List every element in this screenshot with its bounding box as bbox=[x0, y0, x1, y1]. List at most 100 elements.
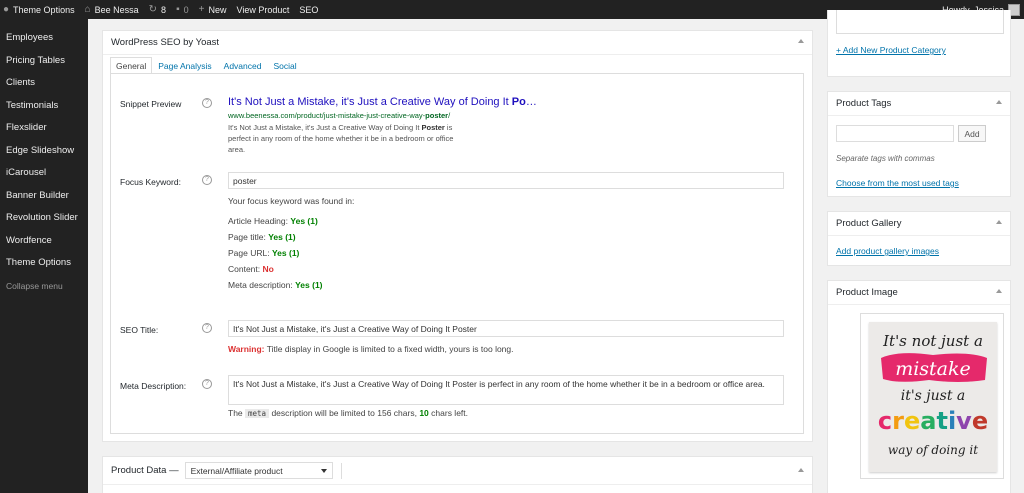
product-tags-header[interactable]: Product Tags bbox=[828, 92, 1010, 116]
snippet-title: It's Not Just a Mistake, it's Just a Cre… bbox=[228, 96, 537, 108]
check-label: Content: bbox=[228, 264, 261, 274]
sidebar-item-revolution-slider[interactable]: Revolution Slider bbox=[0, 207, 88, 230]
tab-social[interactable]: Social bbox=[267, 57, 302, 74]
divider bbox=[340, 462, 342, 479]
adminbar-label: SEO bbox=[299, 4, 319, 15]
help-icon[interactable]: ? bbox=[202, 323, 212, 333]
svg-text:creative: creative bbox=[878, 407, 988, 435]
sidebar-item-employees[interactable]: Employees bbox=[0, 27, 88, 50]
adminbar-label: View Product bbox=[236, 4, 290, 15]
collapse-arrow-icon[interactable] bbox=[996, 220, 1002, 224]
collapse-arrow-icon[interactable] bbox=[798, 39, 804, 43]
sidebar-item-clients[interactable]: Clients bbox=[0, 72, 88, 95]
check-label: Meta description: bbox=[228, 280, 293, 290]
poster-artwork: It's not just a mistake it's just a crea… bbox=[869, 322, 997, 472]
add-gallery-images-link[interactable]: Add product gallery images bbox=[836, 246, 939, 256]
most-used-tags-link[interactable]: Choose from the most used tags bbox=[836, 178, 959, 188]
snippet-url: www.beenessa.com/product/just-mistake-ju… bbox=[228, 111, 450, 120]
product-image-thumbnail[interactable]: It's not just a mistake it's just a crea… bbox=[860, 313, 1004, 479]
note-text: chars left. bbox=[428, 408, 469, 418]
product-type-select[interactable]: External/Affiliate product bbox=[184, 462, 333, 479]
sidebar-item-wordfence[interactable]: Wordfence bbox=[0, 230, 88, 253]
meta-description-textarea[interactable]: It's Not Just a Mistake, it's Just a Cre… bbox=[228, 375, 784, 405]
add-category-link[interactable]: + Add New Product Category bbox=[836, 45, 946, 55]
snippet-title-keyword: Po bbox=[511, 96, 526, 108]
collapse-arrow-icon[interactable] bbox=[996, 289, 1002, 293]
snippet-url-text: www.beenessa.com/product/just-mistake-ju… bbox=[228, 111, 426, 120]
seo-panel-header[interactable]: WordPress SEO by Yoast bbox=[103, 31, 812, 55]
sidebar-item-flexslider[interactable]: Flexslider bbox=[0, 117, 88, 140]
snippet-url-keyword: poster bbox=[425, 111, 449, 120]
updates-icon: ↻ bbox=[148, 4, 158, 15]
add-tag-button[interactable]: Add bbox=[958, 125, 986, 142]
seo-title-input[interactable]: It's Not Just a Mistake, it's Just a Cre… bbox=[228, 320, 784, 337]
product-image-title: Product Image bbox=[836, 287, 898, 298]
sidebar-item-theme-options[interactable]: Theme Options bbox=[0, 252, 88, 275]
check-label: Page title: bbox=[228, 232, 266, 242]
note-code: meta bbox=[245, 409, 270, 418]
check-label: Page URL: bbox=[228, 248, 270, 258]
tag-input[interactable] bbox=[836, 125, 954, 142]
snippet-title-text: It's Not Just a Mistake, it's Just a Cre… bbox=[228, 96, 537, 108]
tab-advanced[interactable]: Advanced bbox=[218, 57, 268, 74]
adminbar-comments[interactable]: ▪ 0 bbox=[176, 4, 189, 15]
check-value: No bbox=[262, 264, 274, 274]
help-icon[interactable]: ? bbox=[202, 98, 212, 108]
sidebar-item-edge-slideshow[interactable]: Edge Slideshow bbox=[0, 140, 88, 163]
check-value: Yes (1) bbox=[295, 280, 323, 290]
check-page-url: Page URL: Yes (1) bbox=[228, 248, 299, 258]
tab-page-analysis[interactable]: Page Analysis bbox=[152, 57, 217, 74]
comments-icon: ▪ bbox=[176, 4, 180, 15]
sidebar-item-testimonials[interactable]: Testimonials bbox=[0, 95, 88, 118]
adminbar-theme-options[interactable]: ● Theme Options bbox=[3, 4, 75, 15]
warning-text: Title display in Google is limited to a … bbox=[264, 344, 514, 354]
note-text: description will be limited to 156 chars… bbox=[269, 408, 420, 418]
check-meta-description: Meta description: Yes (1) bbox=[228, 280, 323, 290]
product-gallery-header[interactable]: Product Gallery bbox=[828, 212, 1010, 236]
tags-hint: Separate tags with commas bbox=[836, 154, 935, 163]
collapse-arrow-icon[interactable] bbox=[996, 100, 1002, 104]
product-tags-title: Product Tags bbox=[836, 98, 892, 109]
check-article-heading: Article Heading: Yes (1) bbox=[228, 216, 318, 226]
seo-panel-title: WordPress SEO by Yoast bbox=[111, 37, 220, 48]
sidebar-item-icarousel[interactable]: iCarousel bbox=[0, 162, 88, 185]
seo-tabs: General Page Analysis Advanced Social bbox=[110, 57, 303, 74]
plus-icon: + bbox=[198, 4, 205, 15]
check-label: Article Heading: bbox=[228, 216, 289, 226]
tab-general[interactable]: General bbox=[110, 57, 153, 74]
sidebar-item-banner-builder[interactable]: Banner Builder bbox=[0, 185, 88, 208]
check-value: Yes (1) bbox=[271, 248, 300, 258]
meta-description-note: The meta description will be limited to … bbox=[228, 408, 468, 418]
product-image-header[interactable]: Product Image bbox=[828, 281, 1010, 305]
product-gallery-title: Product Gallery bbox=[836, 218, 902, 229]
focus-keyword-label: Focus Keyword: bbox=[120, 177, 181, 187]
collapse-menu-button[interactable]: Collapse menu bbox=[0, 275, 88, 297]
product-tags-panel: Product Tags Add Separate tags with comm… bbox=[827, 91, 1011, 197]
snippet-preview-label: Snippet Preview bbox=[120, 99, 182, 109]
product-data-header[interactable]: Product Data — External/Affiliate produc… bbox=[103, 457, 812, 485]
warning-label: Warning: bbox=[228, 344, 265, 354]
adminbar-site-name[interactable]: ⌂ Bee Nessa bbox=[85, 4, 139, 15]
focus-keyword-input[interactable]: poster bbox=[228, 172, 784, 189]
adminbar-seo[interactable]: SEO bbox=[299, 5, 318, 15]
category-list-box[interactable] bbox=[836, 10, 1004, 34]
adminbar-label: 8 bbox=[161, 4, 167, 15]
poster-artwork-graphic: It's not just a mistake it's just a crea… bbox=[878, 332, 988, 457]
check-value: Yes (1) bbox=[268, 232, 296, 242]
adminbar-updates[interactable]: ↻ 8 bbox=[149, 4, 166, 15]
sidebar-item-pricing-tables[interactable]: Pricing Tables bbox=[0, 50, 88, 73]
help-icon[interactable]: ? bbox=[202, 379, 212, 389]
adminbar-new[interactable]: + New bbox=[199, 4, 227, 15]
home-icon: ⌂ bbox=[84, 4, 91, 15]
note-text: The bbox=[228, 408, 246, 418]
collapse-arrow-icon[interactable] bbox=[798, 468, 804, 472]
adminbar-label: Bee Nessa bbox=[94, 4, 139, 15]
meta-description-label: Meta Description: bbox=[120, 381, 187, 391]
seo-title-label: SEO Title: bbox=[120, 325, 159, 335]
note-count: 10 bbox=[419, 408, 429, 418]
adminbar-view-product[interactable]: View Product bbox=[236, 5, 289, 15]
wp-logo-icon: ● bbox=[3, 4, 10, 15]
help-icon[interactable]: ? bbox=[202, 175, 212, 185]
svg-text:mistake: mistake bbox=[895, 358, 971, 380]
focus-found-text: Your focus keyword was found in: bbox=[228, 196, 355, 206]
